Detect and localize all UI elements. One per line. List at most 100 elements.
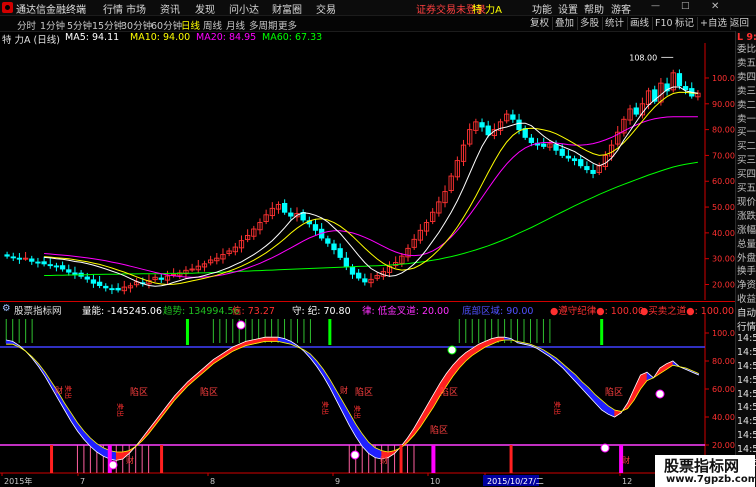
trend-ribbon-segment (588, 386, 596, 404)
candle-body (349, 266, 356, 275)
candle-body (72, 272, 78, 275)
overlay-button[interactable]: 叠加 (552, 17, 579, 30)
zone-label: 陷区 (130, 386, 148, 398)
candle-body (10, 256, 16, 259)
sidebar-item: 买一 (737, 127, 756, 139)
sidebar-item: 14:5 (737, 374, 756, 386)
app-logo-icon (2, 2, 13, 13)
tab-monthly[interactable]: 月线 (226, 18, 245, 32)
menu-market[interactable]: 市场 (126, 1, 146, 16)
title-bar: 通达信金融终端 行情 市场 资讯 发现 问小达 财富圈 交易 证券交易未登录 特… (0, 0, 756, 16)
user-guest[interactable]: 游客 (611, 1, 631, 16)
multi-stock-button[interactable]: 多股 (577, 17, 604, 30)
sidebar-item: 14:5 (737, 346, 756, 358)
candlestick-chart[interactable]: 100.00 90.00 80.00 70.00 60.00 50.00 40.00 30.0… (0, 43, 735, 300)
menu-function[interactable]: 功能 (532, 1, 552, 16)
zone-label: 陷区 (605, 386, 623, 398)
sidebar-item: 涨幅 (737, 224, 756, 236)
time-axis-label: 9 (335, 477, 340, 486)
candle-body (676, 73, 683, 87)
candle-body (288, 212, 294, 217)
menu-help[interactable]: 帮助 (584, 1, 604, 16)
trend-ribbon-segment (83, 430, 91, 448)
candle-body (35, 261, 41, 264)
trend-ribbon-segment (271, 336, 279, 342)
tab-multi-period[interactable]: 多周期 (249, 18, 278, 32)
candle-body (325, 238, 331, 244)
menu-discover[interactable]: 发现 (195, 1, 215, 16)
sidebar-item: 外盘 (737, 252, 756, 264)
menu-settings[interactable]: 设置 (558, 1, 578, 16)
signal-circle-icon (236, 320, 246, 330)
sidebar-item: 买四 (737, 169, 756, 181)
sidebar-item: 现价 (737, 196, 756, 208)
price-axis-label: 20.00 (712, 281, 735, 290)
draw-line-button[interactable]: 画线 (627, 17, 654, 30)
back-button[interactable]: 返回 (727, 17, 752, 30)
tab-15min[interactable]: 15分钟 (92, 18, 123, 32)
sidebar-item: 14:5 (737, 360, 756, 372)
indicator-axis-label: 60.00 (712, 385, 735, 394)
menu-news[interactable]: 资讯 (160, 1, 180, 16)
watermark-url: www.7gpzb.com (666, 474, 756, 485)
signal-circle-icon (600, 443, 610, 453)
tab-intraday[interactable]: 分时 (17, 18, 36, 32)
tab-1min[interactable]: 1分钟 (40, 18, 65, 32)
sell-vertical-label: 卖出 (116, 403, 125, 417)
price-axis-label: 60.00 (712, 177, 735, 186)
ma60-line (44, 161, 698, 276)
sidebar-item: 14:5 (737, 402, 756, 414)
menu-quotes[interactable]: 行情 (103, 1, 123, 16)
indicator-chart[interactable]: 100.00 80.00 60.00 40.00 20.00 2015年 7 8 9 10 2015… (0, 313, 735, 487)
sell-signal-bar (328, 319, 332, 345)
signal-circle-icon (350, 450, 360, 460)
sell-signal-bar (185, 319, 189, 345)
sidebar-item: 买二 (737, 141, 756, 153)
candle-body (90, 279, 97, 284)
zone-label: 陷区 (430, 424, 448, 436)
sidebar-item: 卖一 (737, 113, 756, 125)
candle-body (528, 137, 535, 143)
mark-button[interactable]: 标记 (672, 17, 699, 30)
menu-trade[interactable]: 交易 (316, 1, 336, 16)
statistics-button[interactable]: 统计 (602, 17, 629, 30)
candle-body (565, 155, 572, 159)
candle-body (356, 272, 362, 279)
sidebar-item: 换手 (737, 266, 756, 278)
tab-weekly[interactable]: 周线 (203, 18, 222, 32)
tab-more[interactable]: 更多 (278, 18, 297, 32)
trend-ribbon-segment (433, 382, 441, 409)
sidebar-item: 自动 (737, 308, 756, 320)
watermark-title: 股票指标网 (664, 457, 740, 475)
maximize-icon[interactable]: □ (681, 1, 690, 11)
trend-ribbon-segment (225, 346, 234, 356)
ma5-label: MA5: 94.11 (65, 32, 120, 43)
sell-signal-bar (600, 319, 604, 345)
sell-vertical-label: 卖出 (64, 385, 73, 399)
sell-vertical-label: 卖出 (321, 401, 330, 415)
menu-ask-xiaoda[interactable]: 问小达 (229, 1, 259, 16)
tab-5min[interactable]: 5分钟 (67, 18, 92, 32)
sidebar-item: 14:5 (737, 388, 756, 400)
trend-ribbon-segment (426, 393, 434, 418)
close-icon[interactable]: ✕ (711, 1, 719, 12)
app-title: 通达信金融终端 (16, 5, 86, 16)
sidebar-item: 涨跌 (737, 210, 756, 222)
tab-60min[interactable]: 60分钟 (151, 18, 182, 32)
add-watchlist-button[interactable]: +自选 (697, 17, 731, 30)
candle-body (479, 122, 485, 128)
minimize-icon[interactable]: — (651, 1, 660, 11)
trend-ribbon-segment (659, 363, 667, 375)
tab-30min[interactable]: 30分钟 (121, 18, 152, 32)
price-axis-label: 30.00 (712, 255, 735, 264)
restore-rights-button[interactable]: 复权 (527, 17, 554, 30)
tab-daily[interactable]: 日线 (181, 18, 200, 32)
sidebar-item: 卖二 (737, 99, 756, 111)
ma10-label: MA10: 94.00 (130, 32, 191, 43)
sell-vertical-label: 卖出 (553, 401, 562, 415)
candle-body (578, 159, 584, 167)
candle-body (559, 148, 565, 156)
time-axis-label: 2015年 (4, 476, 32, 486)
time-axis-label: 8 (210, 477, 215, 486)
menu-wealth-circle[interactable]: 财富圈 (272, 1, 302, 16)
